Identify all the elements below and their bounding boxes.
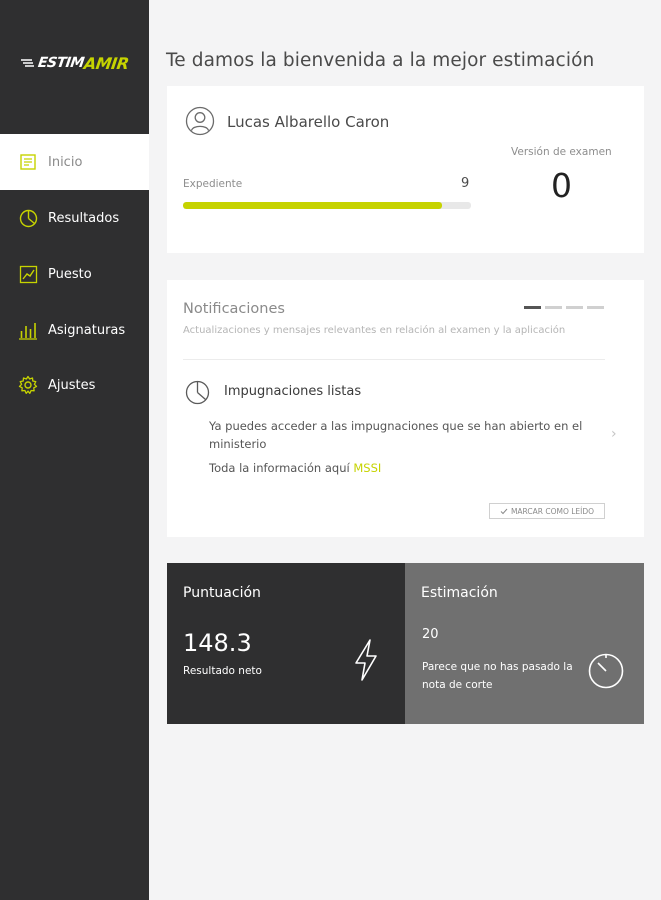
logo-text-amir: AMIR (82, 53, 130, 73)
notification-info-text: Toda la información aquí (209, 461, 350, 475)
sidebar: ESTIM AMIR Inicio Resultados Puesto Asign… (0, 0, 149, 900)
line-chart-icon (18, 264, 38, 284)
pie-chart-icon (185, 380, 210, 405)
notifications-title: Notificaciones (183, 301, 285, 317)
notification-body: Ya puedes acceder a las impugnaciones qu… (209, 419, 583, 451)
estimation-panel: Estimación 20 Parece que no has pasado l… (405, 563, 644, 724)
estimation-text: Parece que no has pasado la nota de cort… (422, 661, 573, 691)
pager-dot[interactable] (545, 306, 562, 309)
timer-icon (588, 653, 624, 689)
score-value: 148.3 (183, 629, 252, 657)
notifications-card: Notificaciones Actualizaciones y mensaje… (167, 280, 644, 537)
sidebar-item-ajustes[interactable]: Ajustes (0, 357, 149, 413)
page-title: Te damos la bienvenida a la mejor estima… (166, 50, 595, 71)
sidebar-item-resultados[interactable]: Resultados (0, 190, 149, 246)
chevron-right-icon[interactable]: › (611, 426, 617, 442)
expediente-progress-fill (183, 202, 443, 209)
user-card: Lucas Albarello Caron Expediente 9 Versi… (167, 86, 644, 253)
user-name: Lucas Albarello Caron (227, 113, 390, 131)
pager-dot[interactable] (524, 306, 541, 309)
mark-as-read-button[interactable]: MARCAR COMO LEÍDO (489, 503, 605, 519)
version-label: Versión de examen (511, 146, 612, 158)
sidebar-item-label: Puesto (48, 266, 92, 282)
expediente-label: Expediente (183, 178, 243, 190)
notifications-subtitle: Actualizaciones y mensajes relevantes en… (183, 325, 566, 336)
score-panel: Puntuación 148.3 Resultado neto (167, 563, 405, 724)
score-caption: Resultado neto (183, 665, 262, 677)
mark-as-read-label: MARCAR COMO LEÍDO (510, 506, 595, 516)
sidebar-item-inicio[interactable]: Inicio (0, 134, 149, 190)
pie-chart-icon (18, 208, 38, 228)
sidebar-item-label: Resultados (48, 210, 120, 226)
check-icon (500, 508, 508, 514)
notifications-pager (524, 306, 604, 309)
sidebar-item-label: Asignaturas (48, 322, 126, 338)
score-title: Puntuación (183, 585, 261, 601)
estimation-value: 20 (422, 627, 439, 642)
gear-icon (18, 375, 38, 395)
user-avatar-icon (185, 106, 215, 136)
bar-chart-icon (18, 320, 38, 340)
sidebar-item-asignaturas[interactable]: Asignaturas (0, 302, 149, 358)
expediente-progress-bar (183, 202, 471, 209)
notification-info: Toda la información aquí MSSI (209, 461, 381, 475)
expediente-value: 9 (461, 176, 470, 191)
bolt-icon (355, 639, 377, 681)
sidebar-item-label: Inicio (48, 154, 83, 170)
version-value: 0 (551, 166, 572, 205)
estimation-title: Estimación (421, 585, 498, 601)
notification-title: Impugnaciones listas (224, 384, 362, 399)
sidebar-item-puesto[interactable]: Puesto (0, 246, 149, 302)
logo-mark-icon (21, 59, 34, 67)
logo-text-estim: ESTIM (36, 55, 85, 71)
notification-link[interactable]: MSSI (353, 461, 381, 475)
home-icon (18, 152, 38, 172)
pager-dot[interactable] (566, 306, 583, 309)
app-logo[interactable]: ESTIM AMIR (20, 52, 130, 74)
divider (183, 359, 605, 360)
sidebar-item-label: Ajustes (48, 377, 96, 393)
pager-dot[interactable] (587, 306, 604, 309)
